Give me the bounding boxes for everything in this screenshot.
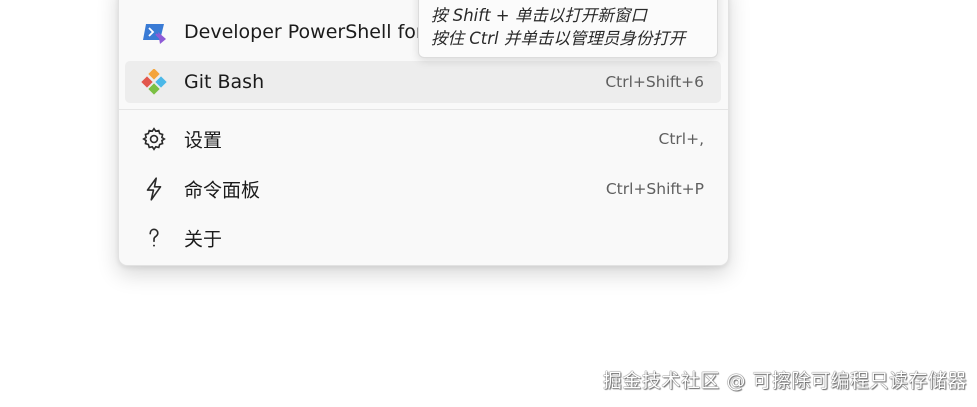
gear-icon bbox=[141, 126, 167, 152]
tooltip-line-ctrl: 按住 Ctrl 并单击以管理员身份打开 bbox=[431, 29, 686, 48]
menu-item-git-bash[interactable]: Git Bash Ctrl+Shift+6 bbox=[125, 61, 721, 103]
tooltip: 按 Shift + 单击以打开新窗口 按住 Ctrl 并单击以管理员身份打开 bbox=[418, 0, 718, 58]
menu-item-command-palette[interactable]: 命令面板 Ctrl+Shift+P bbox=[125, 168, 721, 210]
git-bash-icon bbox=[141, 69, 167, 95]
menu-item-about[interactable]: 关于 bbox=[125, 217, 721, 259]
menu-item-shortcut: Ctrl+Shift+6 bbox=[605, 73, 704, 91]
menu-divider bbox=[119, 109, 728, 110]
menu-item-shortcut: Ctrl+Shift+P bbox=[605, 180, 704, 198]
menu-item-label: 关于 bbox=[184, 228, 223, 251]
menu-item-label: 设置 bbox=[184, 129, 223, 152]
watermark: 掘金技术社区 @ 可擦除可编程只读存储器 bbox=[602, 370, 967, 392]
menu-item-label: Git Bash bbox=[184, 71, 265, 93]
menu-item-shortcut: Ctrl+, bbox=[658, 130, 705, 148]
tooltip-line-shift: 按 Shift + 单击以打开新窗口 bbox=[431, 6, 647, 25]
menu-item-label: 命令面板 bbox=[184, 179, 261, 202]
screen: Developer PowerShell for Git Bash Ctrl+S… bbox=[0, 0, 977, 407]
developer-powershell-icon bbox=[141, 19, 167, 45]
question-mark-icon bbox=[141, 225, 167, 251]
menu-item-label: Developer PowerShell for bbox=[184, 21, 424, 43]
lightning-icon bbox=[141, 176, 167, 202]
menu-item-settings[interactable]: 设置 Ctrl+, bbox=[125, 118, 721, 160]
